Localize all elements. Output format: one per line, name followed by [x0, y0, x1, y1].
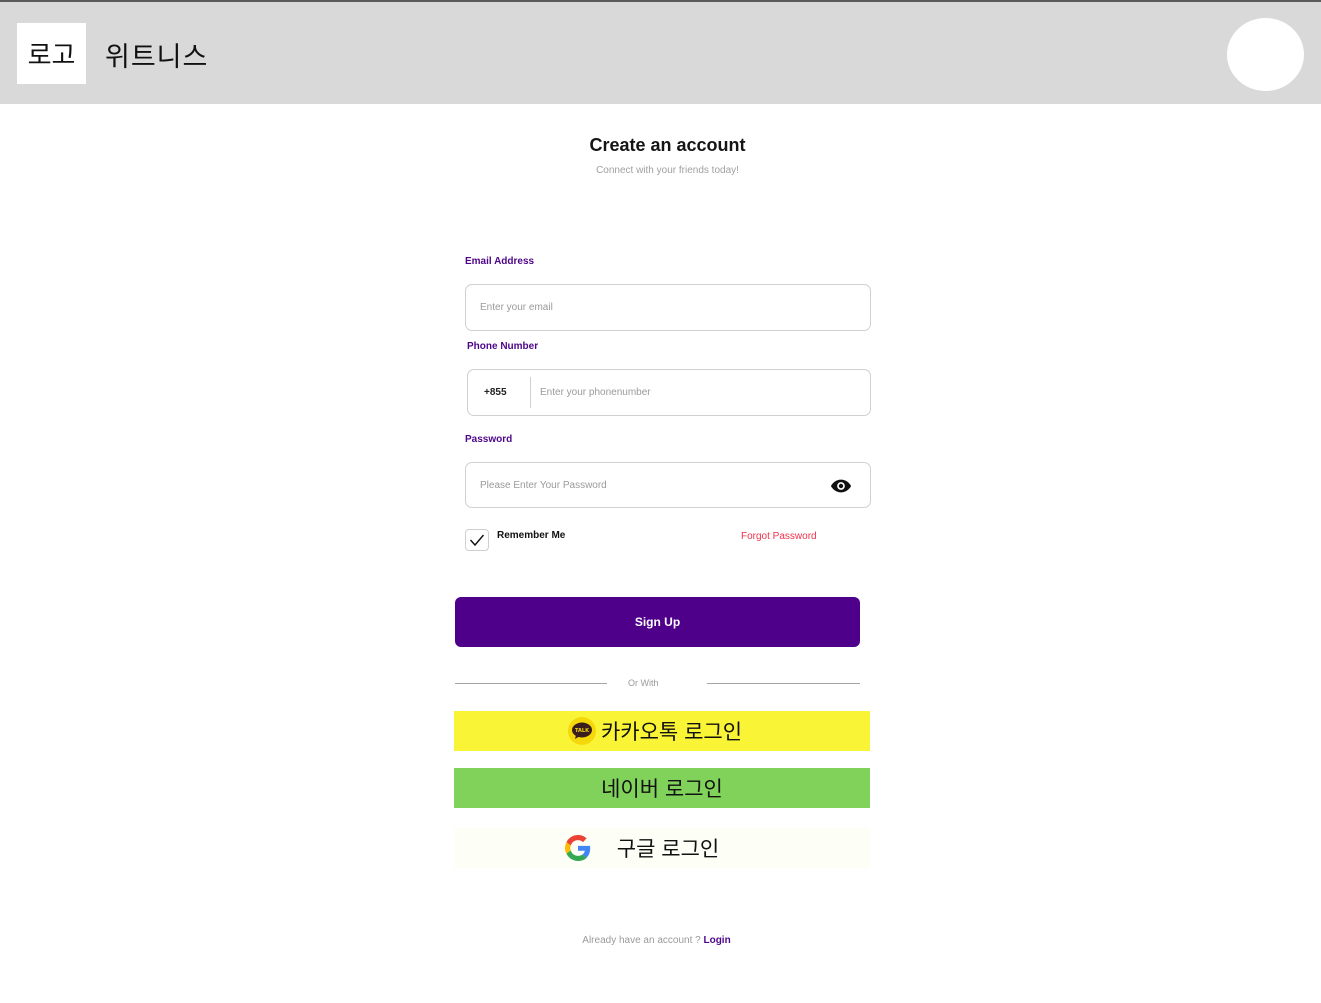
- sign-up-button[interactable]: Sign Up: [455, 597, 860, 647]
- page-title: Create an account: [589, 135, 746, 155]
- country-code-select[interactable]: +855: [484, 370, 507, 415]
- remember-checkbox[interactable]: [465, 529, 489, 551]
- google-icon: [564, 835, 590, 861]
- naver-login-label: 네이버 로그인: [601, 778, 723, 801]
- kakao-badge-text: TALK: [575, 728, 590, 734]
- phone-label: Phone Number: [467, 341, 539, 352]
- email-input[interactable]: [480, 285, 820, 330]
- password-label: Password: [465, 434, 513, 445]
- check-icon: [469, 534, 485, 547]
- forgot-password-link[interactable]: Forgot Password: [741, 531, 817, 542]
- kakao-login-label: 카카오톡 로그인: [600, 721, 743, 744]
- divider-line-left: [455, 683, 607, 684]
- avatar[interactable]: [1227, 18, 1304, 91]
- password-input[interactable]: [480, 463, 810, 507]
- page-subtitle: Connect with your friends today!: [596, 165, 739, 176]
- login-prompt-text: Already have an account ?: [582, 935, 704, 946]
- eye-icon[interactable]: [830, 475, 852, 497]
- naver-login-button[interactable]: 네이버 로그인: [454, 768, 870, 808]
- google-login-button[interactable]: 구글 로그인: [454, 828, 870, 868]
- google-login-label: 구글 로그인: [616, 838, 720, 861]
- email-label: Email Address: [465, 256, 535, 267]
- phone-input[interactable]: [540, 370, 860, 415]
- email-field-box: [465, 284, 871, 331]
- kakao-talk-icon: TALK: [567, 717, 596, 745]
- country-code-divider: [530, 377, 531, 408]
- kakao-login-button[interactable]: TALK 카카오톡 로그인: [454, 711, 870, 751]
- app-name: 위트니스: [105, 42, 209, 72]
- divider-text: Or With: [628, 678, 659, 688]
- password-field-box: [465, 462, 871, 508]
- remember-label: Remember Me: [497, 530, 566, 541]
- logo-text: 로고: [27, 40, 76, 70]
- login-link[interactable]: Login: [703, 935, 730, 946]
- logo[interactable]: 로고: [17, 23, 86, 84]
- app-header: 로고 위트니스: [0, 2, 1321, 104]
- login-prompt: Already have an account ? Login: [0, 935, 1313, 946]
- divider-line-right: [707, 683, 860, 684]
- phone-field-box: +855: [467, 369, 871, 416]
